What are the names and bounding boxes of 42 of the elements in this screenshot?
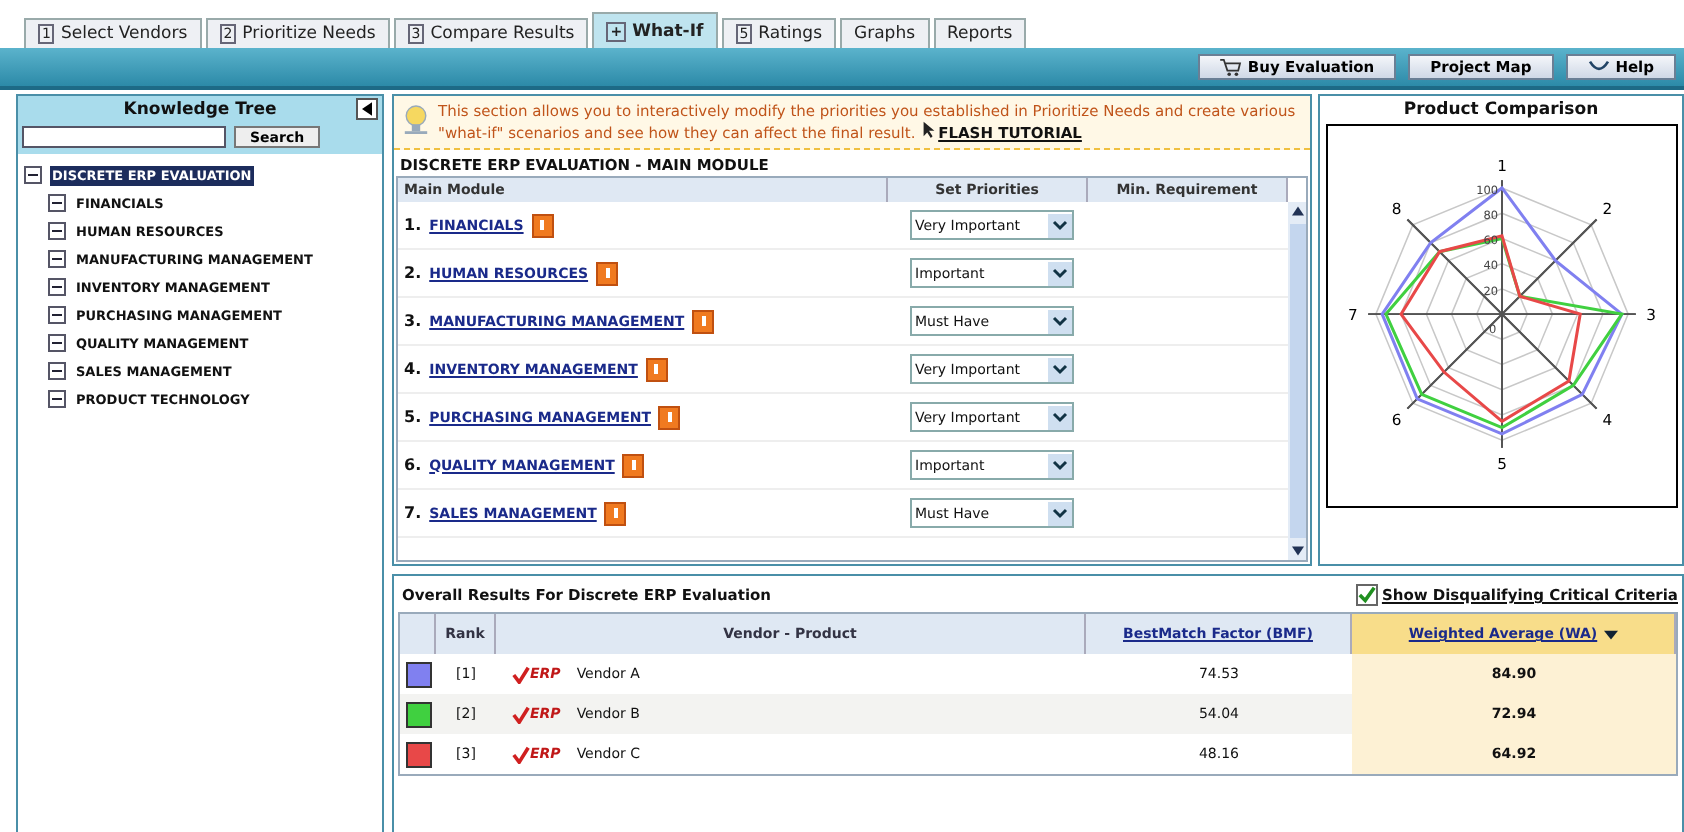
tab[interactable]: Reports	[933, 18, 1027, 48]
cart-icon	[1219, 58, 1242, 76]
scroll-down-icon[interactable]	[1291, 546, 1303, 556]
axis-label: 5	[1496, 454, 1506, 473]
lightbulb-icon	[402, 102, 430, 138]
tab[interactable]: Graphs	[840, 18, 930, 48]
scrollbar[interactable]	[1288, 202, 1306, 560]
axis-label: 2	[1601, 200, 1612, 219]
checkmark-icon	[512, 745, 530, 763]
info-icon[interactable]	[692, 309, 715, 333]
axis-label: 1	[1496, 156, 1506, 175]
collapse-icon[interactable]	[24, 166, 42, 184]
row-number: 5.	[404, 408, 422, 426]
row-number: 2.	[404, 264, 422, 282]
left-arrow-icon	[362, 102, 372, 116]
pointer-icon	[920, 120, 939, 138]
search-field[interactable]	[22, 126, 226, 148]
collapse-button[interactable]	[356, 98, 378, 120]
info-icon[interactable]	[645, 357, 668, 381]
info-icon[interactable]	[604, 501, 627, 525]
row-number: 6.	[404, 456, 422, 474]
scroll-up-icon[interactable]	[1291, 206, 1303, 216]
panel-title: Knowledge Tree	[123, 100, 277, 120]
checkbox[interactable]	[1355, 584, 1378, 606]
row-number: 1.	[404, 216, 422, 234]
info-icon[interactable]	[658, 405, 681, 429]
checkmark-icon	[1357, 586, 1376, 604]
axis-label: 3	[1645, 305, 1655, 324]
axis-label: 7	[1347, 305, 1357, 324]
info-icon[interactable]	[622, 453, 645, 477]
sort-arrow-icon	[1603, 629, 1618, 639]
checkmark-icon	[512, 665, 530, 683]
axis-label: 8	[1390, 200, 1401, 219]
row-number: 4.	[404, 360, 422, 378]
axis-label: 4	[1601, 411, 1612, 430]
row-number: 7.	[404, 504, 422, 522]
info-icon[interactable]	[596, 261, 619, 285]
row-number: 3.	[404, 312, 422, 330]
info-icon[interactable]	[531, 213, 554, 237]
checkmark-icon	[512, 705, 530, 723]
axis-label: 6	[1390, 411, 1401, 430]
chart-title: Product Comparison	[1403, 98, 1599, 124]
